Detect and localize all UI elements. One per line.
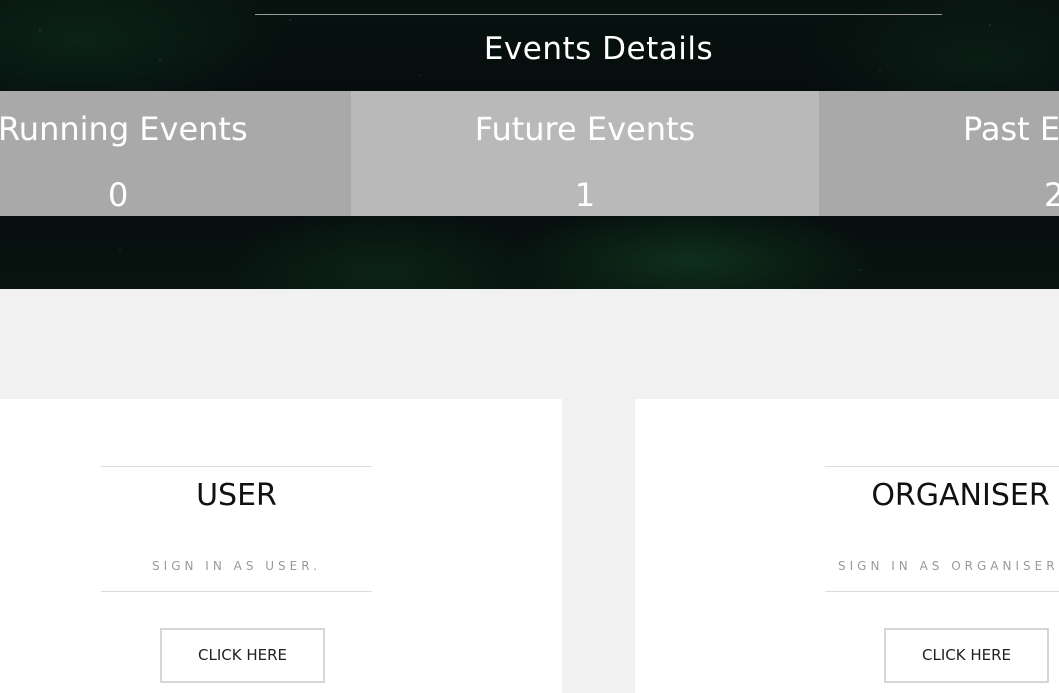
hero-divider <box>255 14 942 15</box>
stat-label: Past Events <box>963 110 1059 148</box>
organiser-signin-card: ORGANISER SIGN IN AS ORGANISER. CLICK HE… <box>635 399 1059 693</box>
stat-label: Future Events <box>474 110 696 148</box>
card-divider-top <box>825 466 1059 467</box>
stat-running-events: Running Events 0 <box>0 91 351 216</box>
stat-value: 1 <box>574 176 596 214</box>
card-subtitle: SIGN IN AS ORGANISER. <box>838 559 1059 573</box>
user-click-here-button[interactable]: CLICK HERE <box>160 628 325 683</box>
card-title: USER <box>196 478 277 513</box>
card-divider-bottom <box>101 591 372 592</box>
card-divider-top <box>101 466 372 467</box>
events-details-title: Events Details <box>483 31 714 67</box>
stat-value: 0 <box>108 176 129 214</box>
card-divider-bottom <box>825 591 1059 592</box>
event-stats-row: Running Events 0 Future Events 1 Past Ev… <box>0 91 1059 216</box>
stat-value: 2 <box>1044 176 1059 214</box>
card-subtitle: SIGN IN AS USER. <box>152 559 321 573</box>
events-hero: Events Details Running Events 0 Future E… <box>0 0 1059 289</box>
stat-future-events: Future Events 1 <box>351 91 819 216</box>
stat-past-events: Past Events 2 <box>819 91 1059 216</box>
organiser-click-here-button[interactable]: CLICK HERE <box>884 628 1049 683</box>
stat-label: Running Events <box>0 110 248 148</box>
user-signin-card: USER SIGN IN AS USER. CLICK HERE <box>0 399 562 693</box>
card-title: ORGANISER <box>871 478 1050 513</box>
